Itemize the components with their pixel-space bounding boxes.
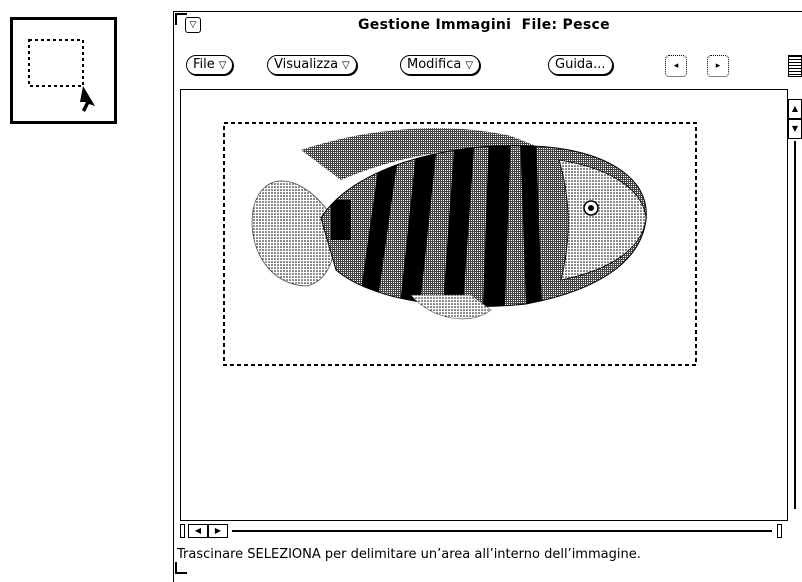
title-bar[interactable]: ▽ Gestione Immagini File: Pesce [174,12,802,38]
scroll-up-arrow-icon[interactable]: ▲ [788,99,802,119]
image-canvas[interactable] [180,89,788,521]
scroll-down-arrow-icon[interactable]: ▼ [788,119,802,139]
help-button[interactable]: Guida... [548,55,613,75]
scroll-cable-anchor[interactable] [180,524,185,538]
scroll-rail[interactable] [794,141,796,509]
status-message: Trascinare SELEZIONA per delimitare un’a… [177,547,641,562]
edit-menu-label: Modifica [407,57,462,72]
window-resize-corner[interactable] [175,562,187,574]
next-page-button[interactable]: ▸ [707,55,729,77]
scroll-right-arrow-icon[interactable]: ▶ [208,524,228,538]
file-menu-label: File [193,57,215,72]
view-menu-button[interactable]: Visualizza ▽ [267,55,357,75]
edit-menu-button[interactable]: Modifica ▽ [400,55,481,75]
dashed-rectangle-icon [28,39,95,112]
view-menu-label: Visualizza [274,57,339,72]
file-menu-button[interactable]: File ▽ [186,55,234,75]
scroll-rail[interactable] [232,530,772,532]
palette-grip-icon[interactable] [788,55,802,77]
toolbar: File ▽ Visualizza ▽ Modifica ▽ Guida... ◂ ▸ [174,38,802,78]
menu-arrow-icon: ▽ [342,60,350,71]
fish-image [223,122,697,366]
previous-page-button[interactable]: ◂ [665,55,687,77]
horizontal-scrollbar[interactable]: ◀ ▶ [180,524,788,538]
menu-arrow-icon: ▽ [465,60,474,71]
scroll-left-arrow-icon[interactable]: ◀ [188,524,208,538]
selection-tool-icon[interactable] [10,17,117,124]
menu-arrow-icon: ▽ [218,60,227,71]
vertical-scrollbar[interactable]: ▲ ▼ [788,89,802,543]
scroll-cable-anchor[interactable] [777,524,782,538]
image-tool-window: ▽ Gestione Immagini File: Pesce File ▽ Vi… [173,11,802,582]
window-title: Gestione Immagini File: Pesce [358,17,610,33]
window-menu-button[interactable]: ▽ [185,17,201,33]
